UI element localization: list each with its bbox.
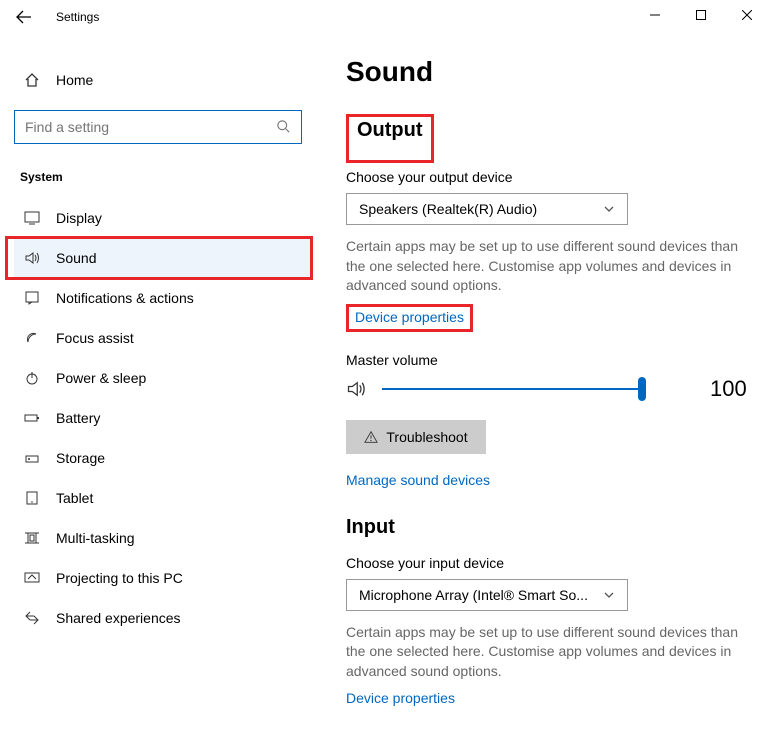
output-heading: Output bbox=[357, 119, 423, 142]
notifications-icon bbox=[20, 290, 44, 306]
sidebar-item-focus-assist[interactable]: Focus assist bbox=[14, 318, 312, 358]
sidebar-item-tablet[interactable]: Tablet bbox=[14, 478, 312, 518]
shared-icon bbox=[20, 610, 44, 626]
manage-sound-link[interactable]: Manage sound devices bbox=[346, 472, 490, 488]
main-content: Sound Output Choose your output device S… bbox=[318, 34, 770, 737]
sidebar-item-projecting[interactable]: Projecting to this PC bbox=[14, 558, 312, 598]
input-heading: Input bbox=[346, 516, 395, 539]
highlight-annotation bbox=[5, 236, 313, 280]
search-input[interactable] bbox=[25, 119, 277, 135]
sidebar-item-label: Projecting to this PC bbox=[56, 570, 183, 586]
master-volume-label: Master volume bbox=[346, 352, 758, 368]
back-button[interactable] bbox=[14, 7, 34, 27]
input-desc: Certain apps may be set up to use differ… bbox=[346, 623, 756, 682]
sidebar-item-label: Multi-tasking bbox=[56, 530, 135, 546]
sidebar-item-notifications[interactable]: Notifications & actions bbox=[14, 278, 312, 318]
battery-icon bbox=[20, 410, 44, 426]
warning-icon bbox=[364, 430, 378, 444]
page-title: Sound bbox=[346, 56, 758, 88]
close-icon bbox=[742, 10, 752, 20]
search-icon bbox=[277, 120, 291, 134]
sidebar-item-label: Display bbox=[56, 210, 102, 226]
window-controls bbox=[632, 0, 770, 30]
projecting-icon bbox=[20, 570, 44, 586]
volume-icon[interactable] bbox=[346, 379, 374, 399]
back-arrow-icon bbox=[16, 9, 32, 25]
output-desc: Certain apps may be set up to use differ… bbox=[346, 237, 756, 296]
input-device-dropdown[interactable]: Microphone Array (Intel® Smart So... bbox=[346, 579, 628, 611]
maximize-icon bbox=[696, 10, 706, 20]
focus-assist-icon bbox=[20, 330, 44, 346]
sidebar-item-sound[interactable]: Sound bbox=[14, 238, 312, 278]
storage-icon bbox=[20, 450, 44, 466]
choose-output-label: Choose your output device bbox=[346, 169, 758, 185]
sidebar-item-label: Storage bbox=[56, 450, 105, 466]
multitasking-icon bbox=[20, 530, 44, 546]
chevron-down-icon bbox=[603, 203, 615, 215]
device-properties-link[interactable]: Device properties bbox=[355, 309, 464, 325]
maximize-button[interactable] bbox=[678, 0, 724, 30]
sidebar: Home System Display Sound Notifications … bbox=[0, 34, 318, 737]
troubleshoot-button[interactable]: Troubleshoot bbox=[346, 420, 486, 454]
minimize-button[interactable] bbox=[632, 0, 678, 30]
sidebar-item-label: Power & sleep bbox=[56, 370, 146, 386]
chevron-down-icon bbox=[603, 589, 615, 601]
close-button[interactable] bbox=[724, 0, 770, 30]
volume-control: 100 bbox=[346, 376, 758, 402]
input-device-value: Microphone Array (Intel® Smart So... bbox=[359, 587, 588, 603]
sidebar-item-label: Notifications & actions bbox=[56, 290, 194, 306]
choose-input-label: Choose your input device bbox=[346, 555, 758, 571]
sidebar-item-storage[interactable]: Storage bbox=[14, 438, 312, 478]
output-device-dropdown[interactable]: Speakers (Realtek(R) Audio) bbox=[346, 193, 628, 225]
tablet-icon bbox=[20, 490, 44, 506]
input-device-properties-link[interactable]: Device properties bbox=[346, 690, 455, 706]
power-icon bbox=[20, 370, 44, 386]
minimize-icon bbox=[650, 10, 660, 20]
sidebar-item-label: Sound bbox=[56, 250, 96, 266]
highlight-annotation: Output bbox=[346, 114, 434, 163]
volume-slider[interactable] bbox=[382, 388, 642, 390]
output-device-value: Speakers (Realtek(R) Audio) bbox=[359, 201, 537, 217]
volume-value: 100 bbox=[710, 376, 747, 402]
sidebar-item-display[interactable]: Display bbox=[14, 198, 312, 238]
sidebar-item-label: Battery bbox=[56, 410, 100, 426]
troubleshoot-label: Troubleshoot bbox=[386, 429, 467, 445]
sidebar-item-power[interactable]: Power & sleep bbox=[14, 358, 312, 398]
sidebar-item-battery[interactable]: Battery bbox=[14, 398, 312, 438]
sidebar-item-shared[interactable]: Shared experiences bbox=[14, 598, 312, 638]
search-input-box[interactable] bbox=[14, 110, 302, 144]
sidebar-item-label: Shared experiences bbox=[56, 610, 181, 626]
slider-thumb[interactable] bbox=[638, 377, 646, 401]
sidebar-item-label: Focus assist bbox=[56, 330, 134, 346]
home-nav[interactable]: Home bbox=[14, 62, 312, 98]
sound-icon bbox=[20, 250, 44, 266]
home-label: Home bbox=[56, 72, 93, 88]
highlight-annotation: Device properties bbox=[346, 304, 473, 332]
sidebar-item-multitasking[interactable]: Multi-tasking bbox=[14, 518, 312, 558]
home-icon bbox=[20, 72, 44, 88]
display-icon bbox=[20, 210, 44, 226]
section-system: System bbox=[14, 166, 312, 198]
sidebar-item-label: Tablet bbox=[56, 490, 93, 506]
window-title: Settings bbox=[56, 10, 99, 24]
